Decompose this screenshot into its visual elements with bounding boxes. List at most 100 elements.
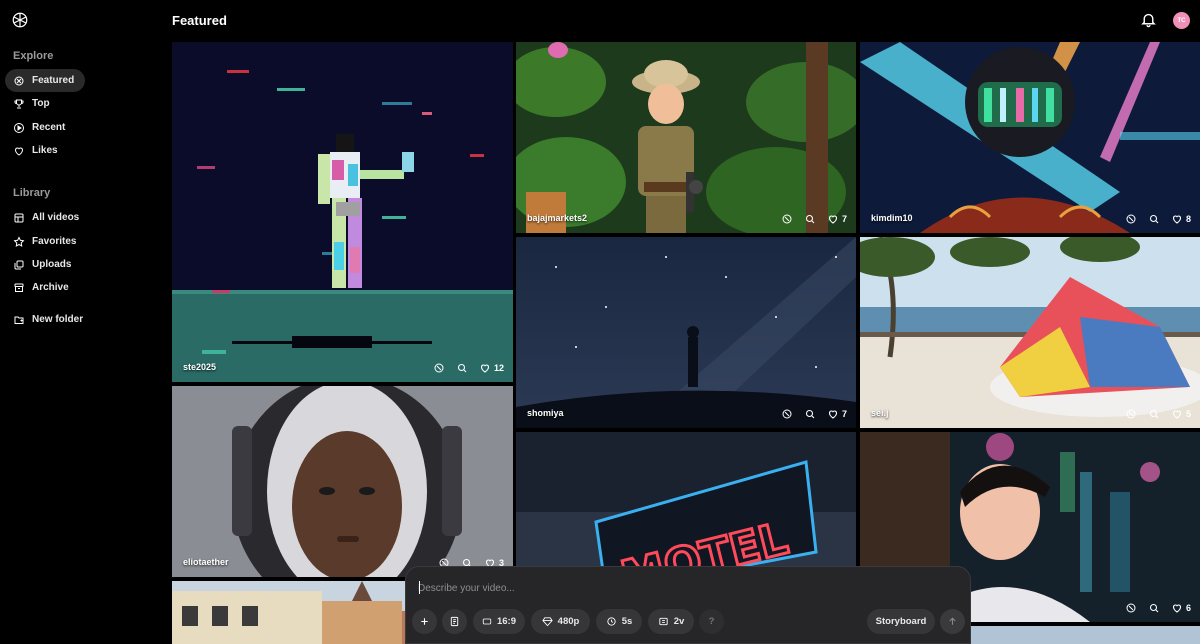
aspect-ratio-value: 16:9: [496, 616, 516, 627]
search-icon[interactable]: [1148, 408, 1160, 420]
bell-icon[interactable]: [1140, 11, 1157, 28]
duration-button[interactable]: 5s: [596, 609, 642, 634]
sidebar-item-label: Favorites: [32, 236, 77, 247]
video-author[interactable]: sei.j: [871, 408, 889, 418]
sidebar-item-recent[interactable]: Recent: [5, 116, 85, 139]
like-count: 7: [841, 409, 847, 419]
heart-icon: [480, 364, 490, 373]
like-button[interactable]: 6: [1171, 602, 1191, 614]
like-count: 7: [841, 214, 847, 224]
logo-icon[interactable]: [11, 11, 29, 29]
video-tile[interactable]: eliotaether 3: [172, 386, 513, 577]
diamond-icon: [542, 617, 553, 627]
page-title: Featured: [172, 13, 227, 28]
preset-button[interactable]: [442, 609, 467, 634]
video-tile[interactable]: kimdim10 8: [860, 42, 1200, 233]
sidebar-item-all-videos[interactable]: All videos: [5, 206, 85, 229]
like-button[interactable]: 7: [827, 408, 847, 420]
video-thumbnail: [172, 42, 513, 382]
sidebar-item-top[interactable]: Top: [5, 92, 85, 115]
sidebar-item-favorites[interactable]: Favorites: [5, 230, 85, 253]
variations-icon: [659, 617, 668, 626]
play-circle-icon: [14, 122, 24, 133]
new-folder-icon: [14, 316, 24, 324]
duration-value: 5s: [621, 616, 633, 627]
search-icon[interactable]: [1148, 213, 1160, 225]
video-tile[interactable]: shomiya 7: [516, 237, 856, 428]
remix-icon[interactable]: [1125, 602, 1137, 614]
video-tile[interactable]: ste2025 12: [172, 42, 513, 382]
storyboard-button[interactable]: Storyboard: [867, 609, 935, 634]
heart-icon: [1172, 604, 1182, 613]
like-button[interactable]: 5: [1171, 408, 1191, 420]
sidebar-item-label: All videos: [32, 212, 80, 223]
featured-icon: [14, 76, 24, 85]
search-icon[interactable]: [456, 362, 468, 374]
prompt-input[interactable]: [418, 580, 938, 596]
like-button[interactable]: 12: [479, 362, 504, 374]
explore-title: Explore: [13, 50, 54, 62]
remix-icon[interactable]: [781, 408, 793, 420]
sidebar-item-label: Featured: [32, 75, 75, 86]
sidebar-item-label: Top: [32, 98, 50, 109]
submit-button[interactable]: [940, 609, 965, 634]
heart-icon: [1172, 215, 1182, 224]
video-thumbnail: [516, 42, 856, 233]
heart-icon: [14, 147, 24, 156]
sidebar-item-new-folder[interactable]: New folder: [5, 308, 95, 331]
remix-icon[interactable]: [781, 213, 793, 225]
aspect-ratio-icon: [482, 618, 492, 625]
remix-icon[interactable]: [1125, 408, 1137, 420]
plus-icon: [421, 618, 428, 625]
sidebar-item-label: Recent: [32, 122, 66, 133]
sidebar-item-label: Uploads: [32, 259, 72, 270]
like-count: 12: [493, 363, 504, 373]
sidebar-item-archive[interactable]: Archive: [5, 276, 85, 299]
video-author[interactable]: eliotaether: [183, 557, 229, 567]
aspect-ratio-button[interactable]: 16:9: [473, 609, 525, 634]
video-author[interactable]: bajajmarkets2: [527, 213, 587, 223]
heart-icon: [828, 410, 838, 419]
prompt-composer: 16:9 480p 5s 2v ? Storyboard: [405, 566, 971, 644]
search-icon[interactable]: [804, 213, 816, 225]
video-tile[interactable]: sei.j 5: [860, 237, 1200, 428]
uploads-icon: [14, 260, 24, 269]
sidebar: Explore Featured Top Recent Likes Librar…: [0, 0, 170, 644]
like-button[interactable]: 8: [1171, 213, 1191, 225]
clock-icon: [607, 617, 616, 626]
video-author[interactable]: ste2025: [183, 362, 216, 372]
heart-icon: [828, 215, 838, 224]
video-thumbnail: [516, 237, 856, 428]
library-title: Library: [13, 187, 51, 199]
video-actions: 6: [1125, 602, 1191, 614]
resolution-value: 480p: [557, 616, 580, 627]
heart-icon: [1172, 410, 1182, 419]
arrow-up-icon: [949, 617, 956, 625]
video-thumbnail: [860, 42, 1200, 233]
search-icon[interactable]: [804, 408, 816, 420]
remix-icon[interactable]: [1125, 213, 1137, 225]
help-button[interactable]: ?: [699, 609, 724, 634]
avatar[interactable]: TC: [1173, 12, 1190, 29]
remix-icon[interactable]: [433, 362, 445, 374]
search-icon[interactable]: [1148, 602, 1160, 614]
like-count: 8: [1185, 214, 1191, 224]
video-thumbnail: [860, 237, 1200, 428]
video-thumbnail: [172, 386, 513, 577]
sidebar-item-label: Likes: [32, 145, 58, 156]
text-caret: [419, 581, 420, 594]
like-button[interactable]: 7: [827, 213, 847, 225]
video-author[interactable]: shomiya: [527, 408, 564, 418]
sidebar-item-uploads[interactable]: Uploads: [5, 253, 85, 276]
video-actions: 7: [781, 408, 847, 420]
variations-button[interactable]: 2v: [648, 609, 694, 634]
resolution-button[interactable]: 480p: [531, 609, 590, 634]
grid-icon: [14, 213, 24, 222]
sidebar-item-featured[interactable]: Featured: [5, 69, 85, 92]
variations-value: 2v: [673, 616, 685, 627]
video-tile[interactable]: bajajmarkets2 7: [516, 42, 856, 233]
sidebar-item-likes[interactable]: Likes: [5, 139, 85, 162]
document-icon: [450, 616, 459, 627]
add-button[interactable]: [412, 609, 437, 634]
video-author[interactable]: kimdim10: [871, 213, 913, 223]
